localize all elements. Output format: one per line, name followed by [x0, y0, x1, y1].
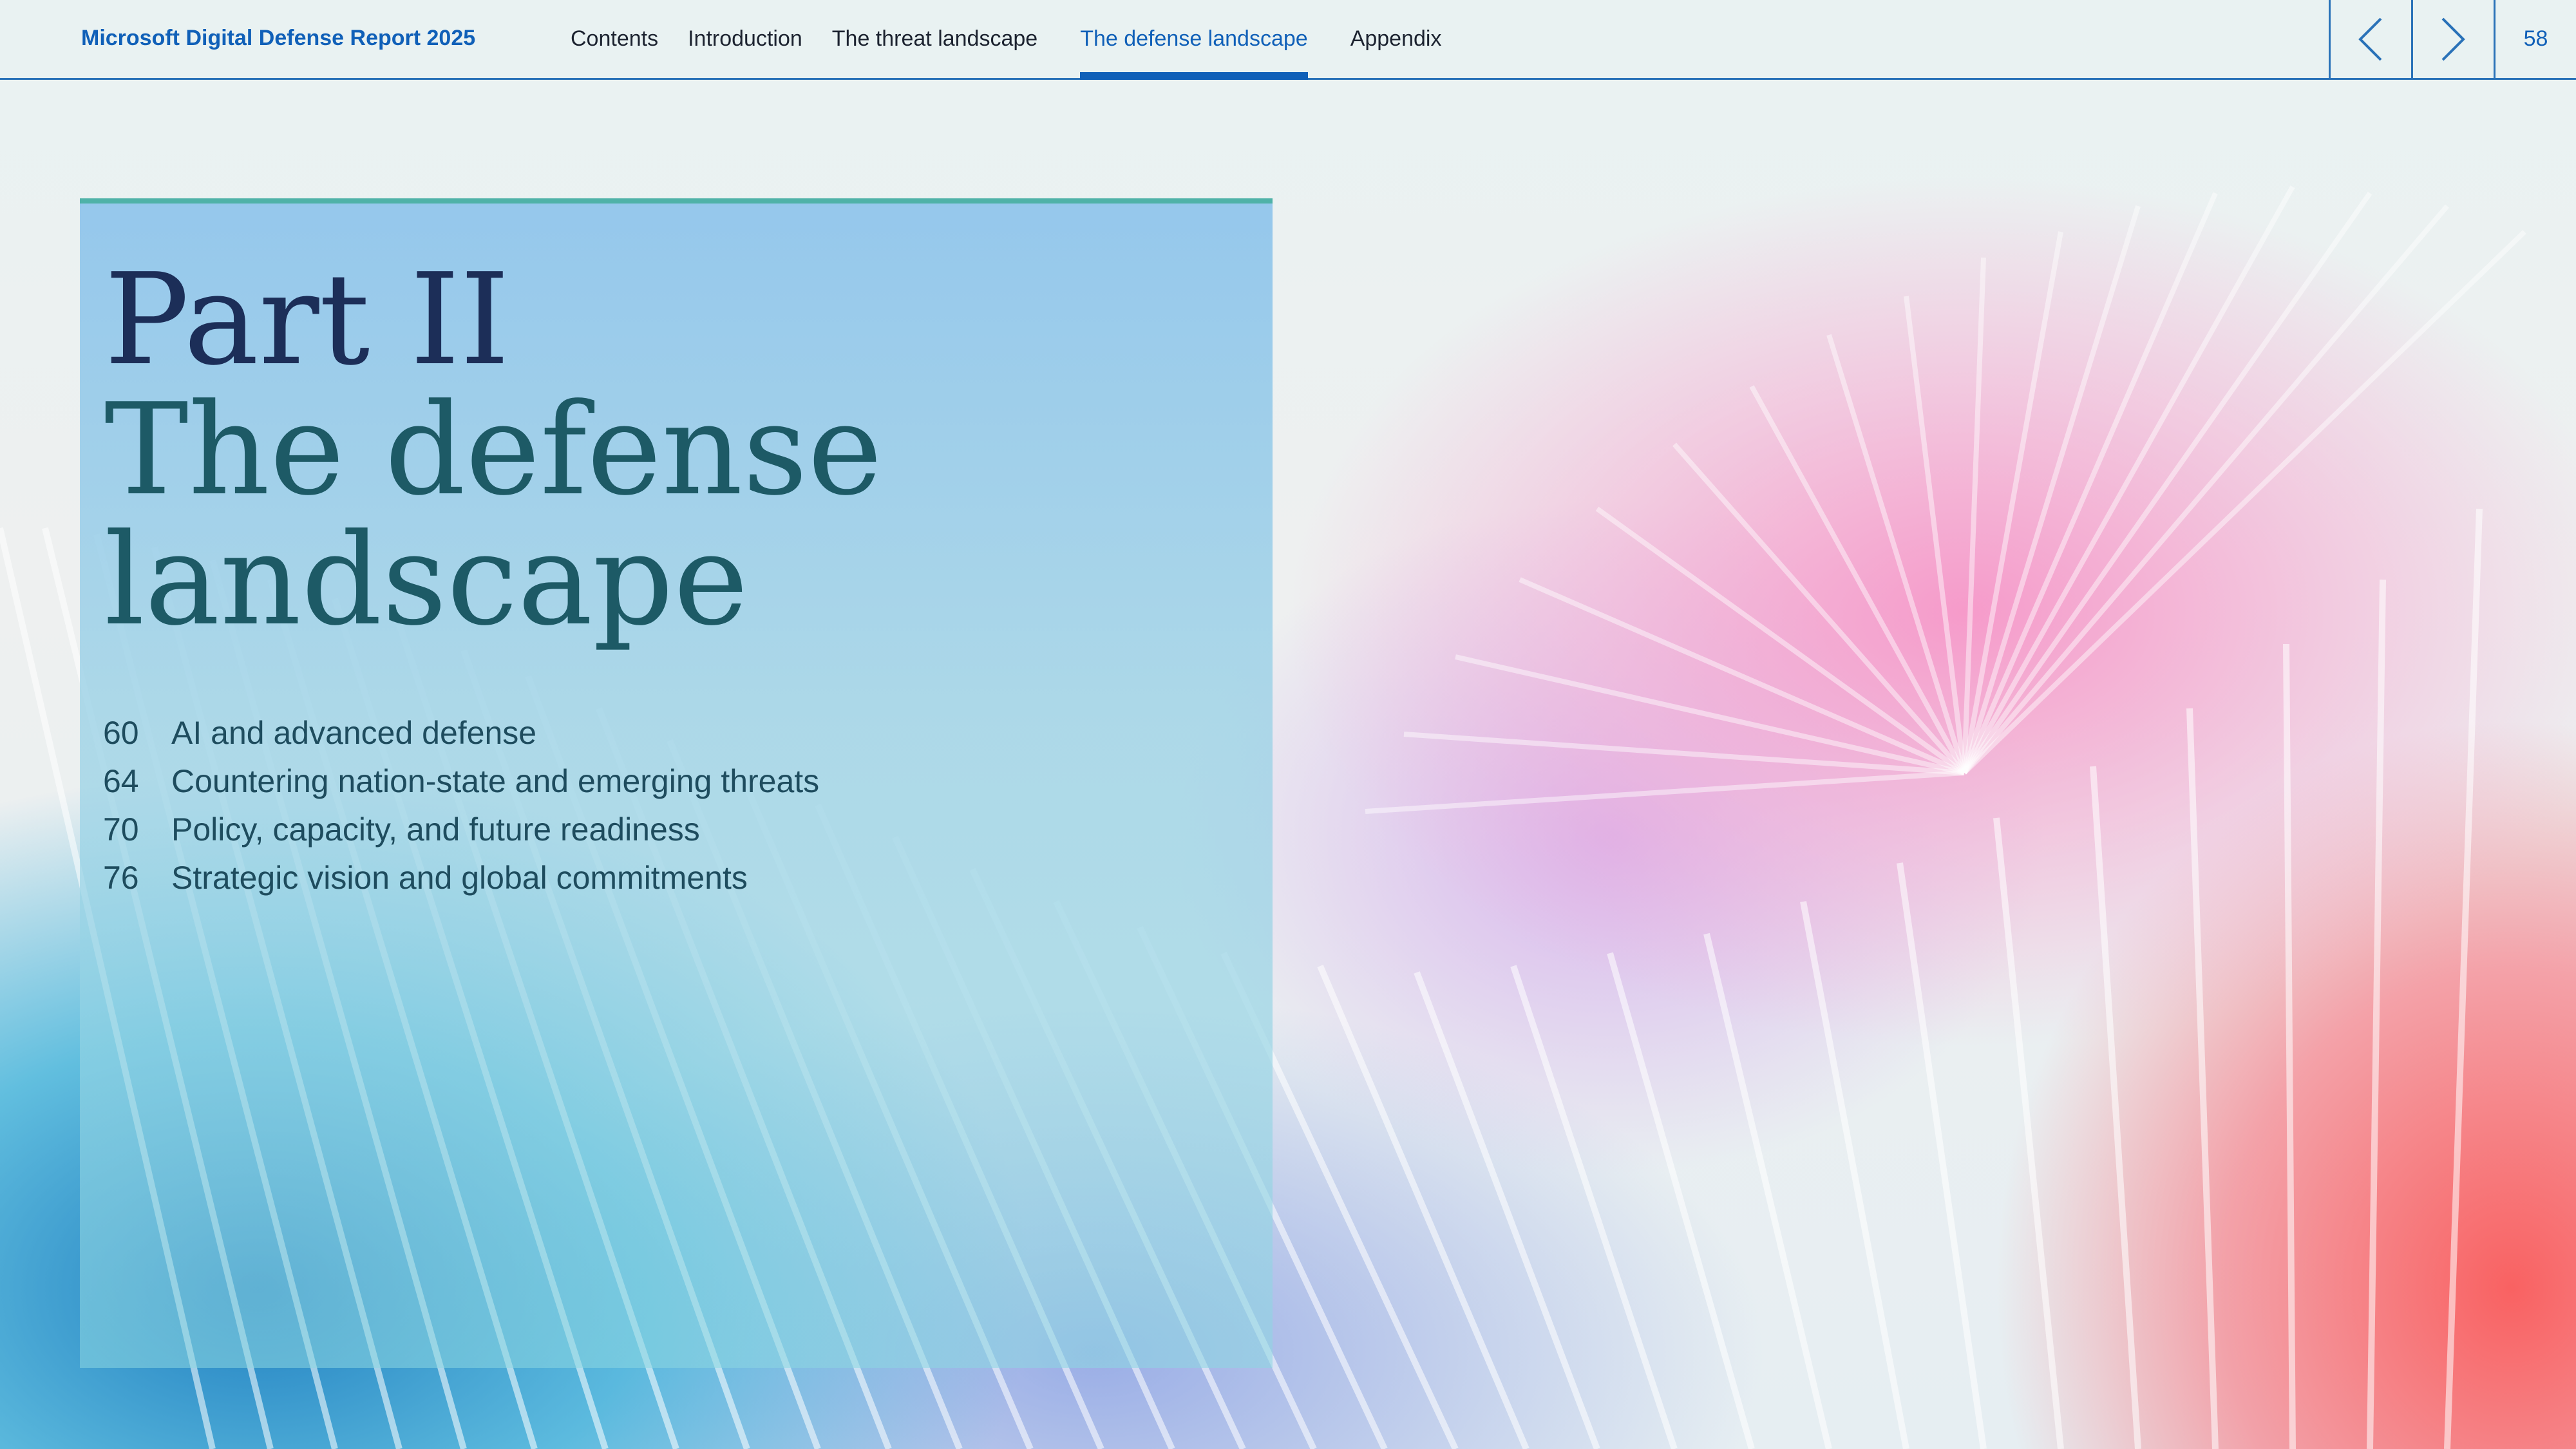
toc-item[interactable]: 76 Strategic vision and global commitmen…	[103, 853, 819, 902]
toc-page-number: 60	[103, 714, 139, 751]
toc-item[interactable]: 60 AI and advanced defense	[103, 708, 819, 757]
section-title: Part II The defense landscape	[104, 255, 882, 645]
next-page-button[interactable]	[2411, 0, 2492, 78]
toc-page-number: 76	[103, 859, 139, 896]
nav-introduction[interactable]: Introduction	[688, 0, 802, 78]
nav-defense-landscape[interactable]: The defense landscape	[1080, 0, 1309, 80]
title-line-2: The defense	[104, 377, 883, 524]
toc-label: Strategic vision and global commitments	[171, 859, 748, 896]
page-number: 58	[2494, 0, 2576, 78]
top-navigation-bar: Microsoft Digital Defense Report 2025 Co…	[0, 0, 2576, 80]
toc-page-number: 64	[103, 762, 139, 799]
section-intro-panel: Part II The defense landscape 60 AI and …	[80, 198, 1273, 1368]
nav-threat-landscape[interactable]: The threat landscape	[832, 0, 1037, 78]
toc-item[interactable]: 64 Countering nation-state and emerging …	[103, 757, 819, 805]
toc-item[interactable]: 70 Policy, capacity, and future readines…	[103, 805, 819, 853]
chevron-right-icon	[2441, 17, 2465, 61]
nav-contents[interactable]: Contents	[571, 0, 658, 78]
toc-label: Countering nation-state and emerging thr…	[171, 762, 820, 799]
toc-page-number: 70	[103, 811, 139, 848]
title-part-label: Part II	[104, 247, 510, 393]
nav-appendix[interactable]: Appendix	[1350, 0, 1442, 78]
section-contents-list: 60 AI and advanced defense 64 Countering…	[103, 708, 819, 902]
report-title[interactable]: Microsoft Digital Defense Report 2025	[81, 26, 475, 51]
chevron-left-icon	[2358, 17, 2382, 61]
toc-label: AI and advanced defense	[171, 714, 537, 751]
previous-page-button[interactable]	[2329, 0, 2410, 78]
title-line-3: landscape	[104, 507, 748, 654]
section-nav: Contents Introduction The threat landsca…	[571, 0, 1471, 80]
toc-label: Policy, capacity, and future readiness	[171, 811, 700, 848]
